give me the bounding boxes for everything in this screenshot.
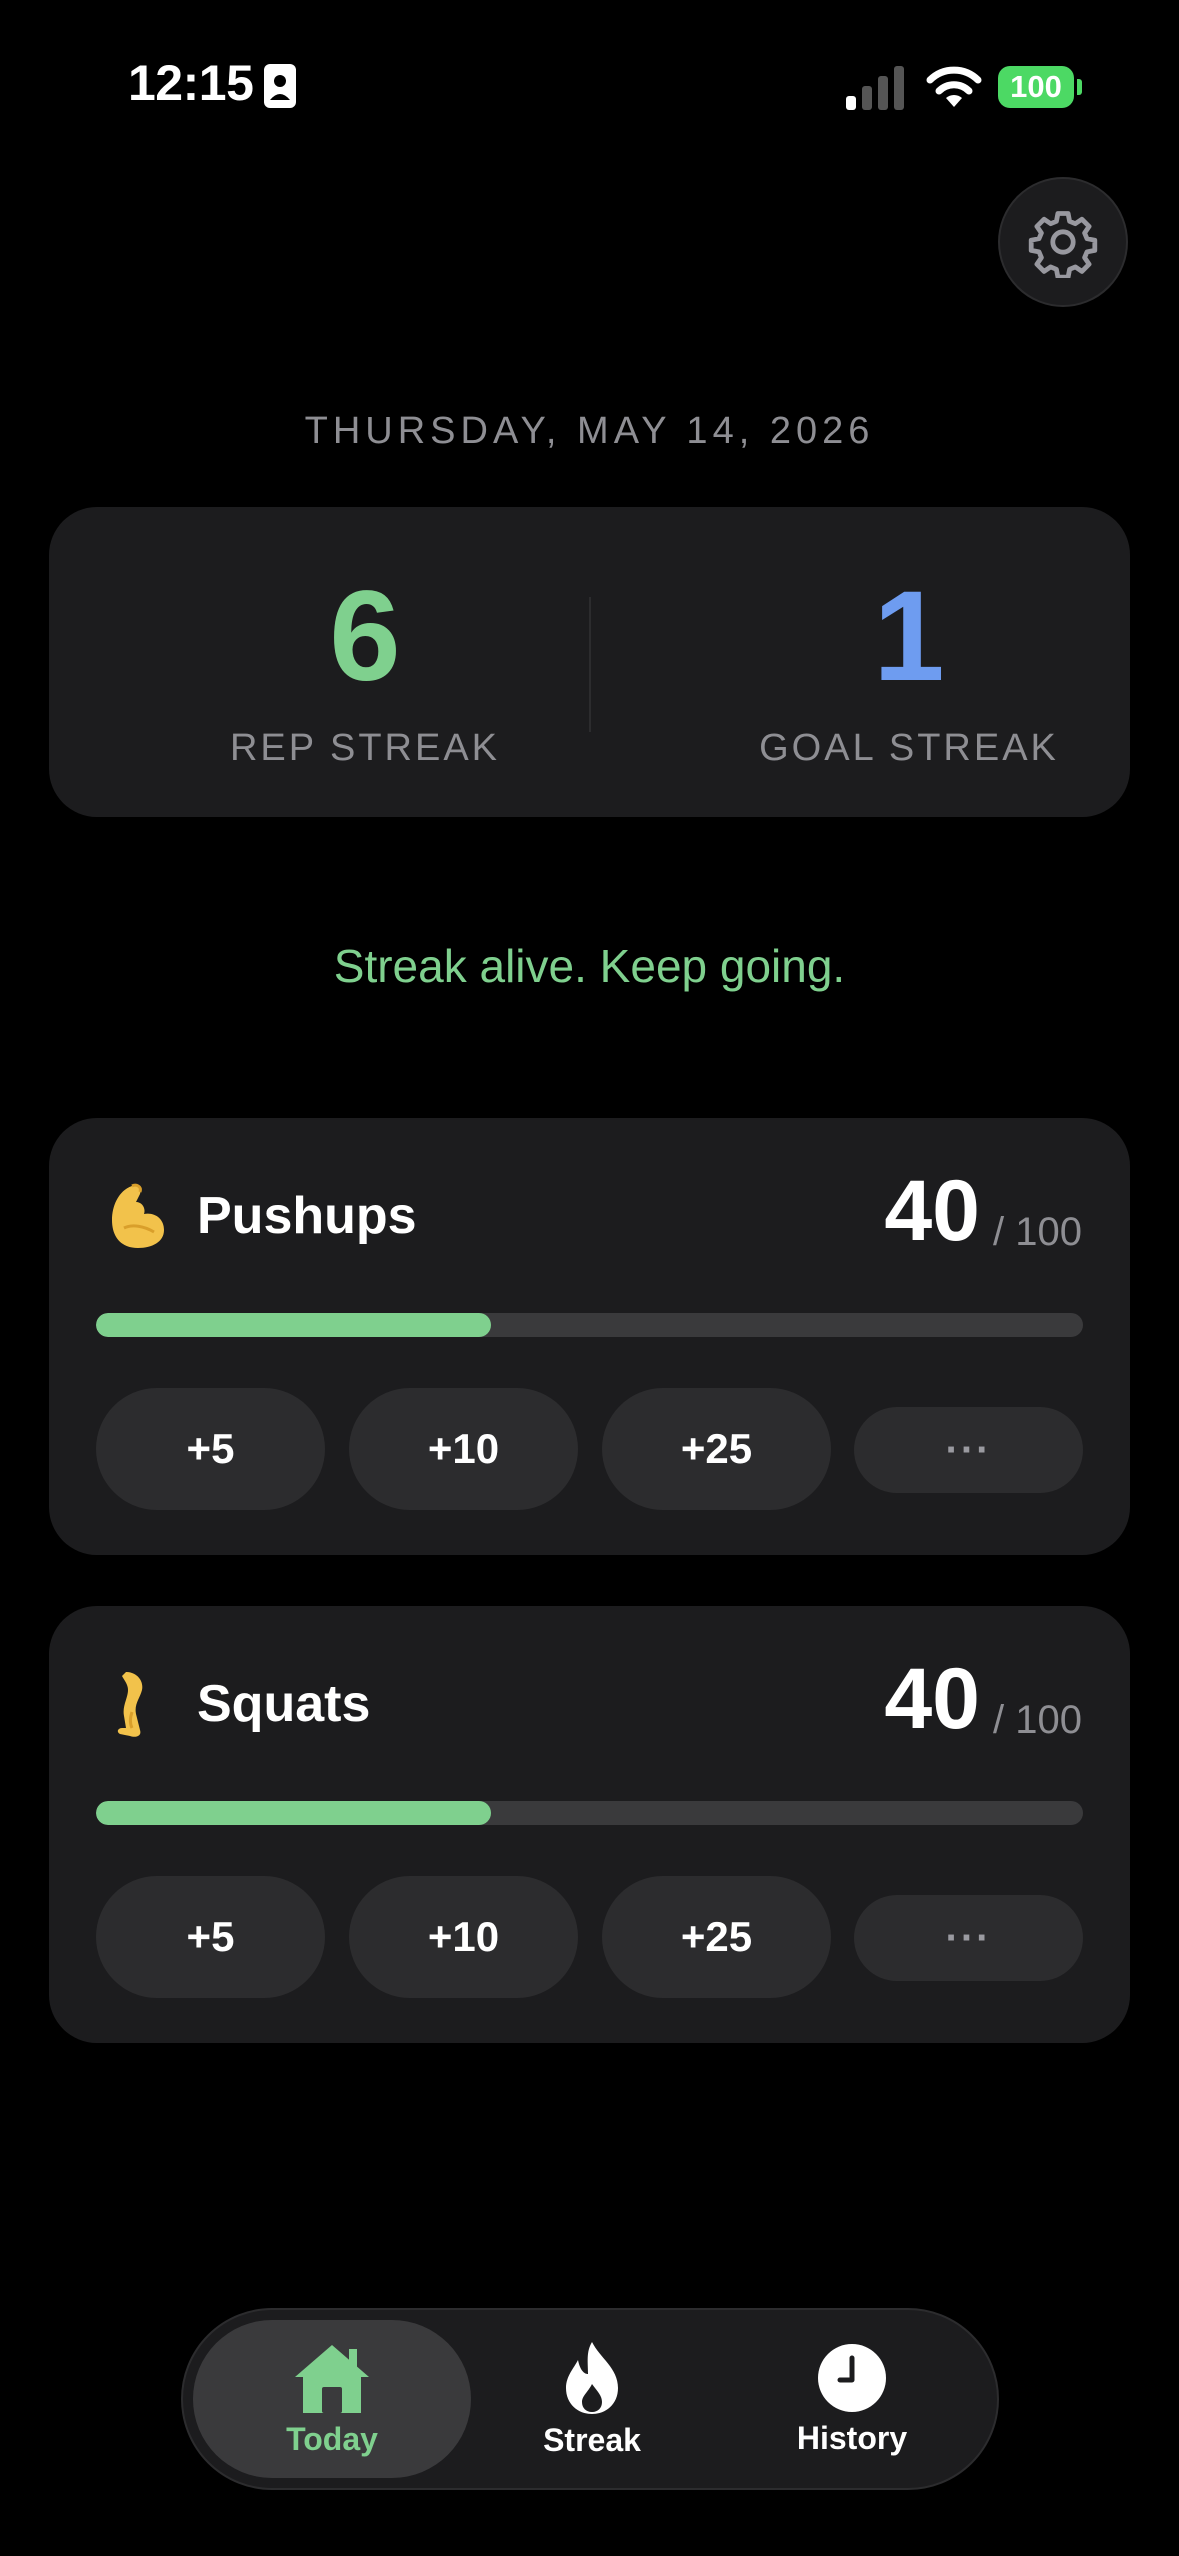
settings-button[interactable]: [998, 177, 1128, 307]
progress-fill: [96, 1313, 491, 1337]
add-5-button[interactable]: +5: [96, 1388, 325, 1510]
progress-fill: [96, 1801, 491, 1825]
flame-icon: [566, 2341, 618, 2414]
clock-icon: [818, 2343, 886, 2412]
status-time: 12:15: [128, 55, 254, 111]
rep-streak-label: REP STREAK: [229, 727, 501, 769]
tab-today[interactable]: Today: [193, 2320, 471, 2478]
flexed-biceps-icon: [112, 1183, 164, 1248]
wifi-icon: [926, 66, 982, 107]
motivation-message: Streak alive. Keep going.: [333, 940, 846, 992]
gear-icon: [1028, 211, 1098, 278]
rep-streak-value: 6: [329, 565, 401, 708]
exercise-name: Squats: [197, 1675, 371, 1733]
add-25-button[interactable]: +25: [602, 1876, 831, 1998]
streak-summary-card: 6 REP STREAK 1 GOAL STREAK: [49, 507, 1130, 817]
add-10-button[interactable]: +10: [349, 1876, 578, 1998]
more-options-button[interactable]: ···: [854, 1407, 1083, 1493]
goal-streak-label: GOAL STREAK: [759, 727, 1059, 769]
goal-streak-value: 1: [873, 565, 945, 708]
streak-divider: [589, 597, 591, 732]
tab-label: Streak: [543, 2421, 641, 2458]
battery-tip: [1077, 79, 1082, 95]
add-5-button[interactable]: +5: [96, 1876, 325, 1998]
add-10-button[interactable]: +10: [349, 1388, 578, 1510]
exercise-card-pushups: Pushups 40 / 100 +5 +10 +25 ···: [49, 1118, 1130, 1555]
exercise-goal: / 100: [993, 1210, 1082, 1254]
exercise-count: 40: [884, 1651, 980, 1747]
progress-bar: [96, 1313, 1083, 1337]
exercise-card-squats: Squats 40 / 100 +5 +10 +25 ···: [49, 1606, 1130, 2043]
battery-level: 100: [998, 66, 1074, 108]
date-heading: THURSDAY, MAY 14, 2026: [304, 410, 875, 452]
contact-card-icon: [264, 64, 296, 108]
tab-streak[interactable]: Streak: [453, 2320, 731, 2478]
progress-bar: [96, 1801, 1083, 1825]
house-icon: [295, 2344, 369, 2413]
tab-bar: Today Streak History: [181, 2308, 999, 2490]
exercise-count: 40: [884, 1163, 980, 1259]
tab-label: Today: [286, 2420, 378, 2457]
leg-icon: [117, 1672, 143, 1737]
battery-indicator: 100: [998, 66, 1082, 108]
more-options-button[interactable]: ···: [854, 1895, 1083, 1981]
cellular-signal-icon: [846, 66, 904, 110]
tab-label: History: [796, 2419, 908, 2456]
add-25-button[interactable]: +25: [602, 1388, 831, 1510]
tab-history[interactable]: History: [713, 2320, 991, 2478]
exercise-goal: / 100: [993, 1698, 1082, 1742]
exercise-name: Pushups: [197, 1187, 417, 1245]
